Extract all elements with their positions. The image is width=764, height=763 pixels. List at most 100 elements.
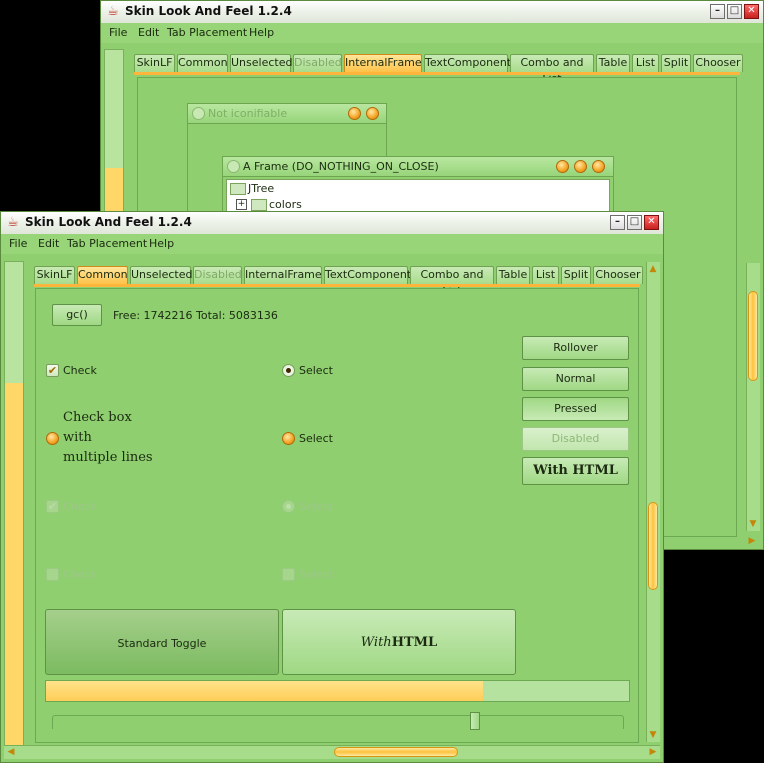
multiline-label-3: multiple lines xyxy=(63,450,153,465)
with-html-button[interactable]: With HTML xyxy=(522,457,629,485)
close-button[interactable]: ✕ xyxy=(744,4,759,19)
standard-toggle-button[interactable]: Standard Toggle xyxy=(45,609,279,675)
scroll-left-icon[interactable]: ◀ xyxy=(5,746,17,758)
front-side-strip xyxy=(4,261,24,749)
tab-common[interactable]: Common xyxy=(177,54,228,72)
tab-disabled: Disabled xyxy=(293,54,342,72)
tab-list[interactable]: List xyxy=(632,54,659,72)
select-radio-rollover[interactable] xyxy=(282,432,295,445)
menu-file[interactable]: File xyxy=(109,26,127,39)
select-label: Select xyxy=(299,364,333,377)
tab-table[interactable]: Table xyxy=(596,54,630,72)
frame-icon xyxy=(227,160,240,173)
menu-edit[interactable]: Edit xyxy=(38,237,59,250)
tab-textcomponent[interactable]: TextComponent xyxy=(324,266,411,284)
back-tab-underline xyxy=(134,72,740,75)
rollover-button[interactable]: Rollover xyxy=(522,336,629,360)
menu-file[interactable]: File xyxy=(9,237,27,250)
check-disabled-checked-checkbox: ✔ xyxy=(46,500,59,513)
tab-split[interactable]: Split xyxy=(661,54,691,72)
scroll-thumb[interactable] xyxy=(334,747,458,757)
gc-button[interactable]: gc() xyxy=(52,304,102,326)
tab-chooser[interactable]: Chooser xyxy=(693,54,743,72)
memory-label: Free: 1742216 Total: 5083136 xyxy=(113,309,278,322)
pressed-button[interactable]: Pressed xyxy=(522,397,629,421)
menu-tab-placement[interactable]: Tab Placement xyxy=(67,237,147,250)
tab-table[interactable]: Table xyxy=(496,266,530,284)
iconify-orb-icon[interactable] xyxy=(556,160,569,173)
progress-bar xyxy=(45,680,630,702)
tree-child-label[interactable]: colors xyxy=(269,198,302,211)
maximize-orb-icon[interactable] xyxy=(348,107,361,120)
with-html-toggle-label: WithHTML xyxy=(283,635,515,650)
check-checkbox[interactable]: ✔ xyxy=(46,364,59,377)
tab-combo-and-list[interactable]: Combo and List xyxy=(410,266,494,297)
folder-open-icon xyxy=(230,183,246,195)
java-cup-icon: ☕ xyxy=(107,4,119,19)
slider-thumb[interactable] xyxy=(469,712,480,730)
internal-frame-title-bar[interactable]: Not iconifiable xyxy=(188,104,386,124)
back-title-bar[interactable]: ☕ Skin Look And Feel 1.2.4 – □ ✕ xyxy=(101,1,763,24)
progress-fill xyxy=(46,681,484,701)
select-radio-disabled xyxy=(282,568,295,581)
multiline-checkbox[interactable] xyxy=(46,432,59,445)
tree-root-label[interactable]: JTree xyxy=(248,182,274,195)
maximize-orb-icon[interactable] xyxy=(574,160,587,173)
check-label: Check xyxy=(63,364,97,377)
scroll-down-icon[interactable]: ▼ xyxy=(747,518,759,530)
with-html-toggle-button[interactable]: WithHTML xyxy=(282,609,516,675)
tab-list[interactable]: List xyxy=(532,266,559,284)
tab-unselected[interactable]: Unselected xyxy=(230,54,292,72)
expand-icon[interactable]: + xyxy=(236,199,247,210)
tab-textcomponent[interactable]: TextComponent xyxy=(424,54,511,72)
slider-track[interactable] xyxy=(52,712,624,730)
internal-frame-title-bar[interactable]: A Frame (DO_NOTHING_ON_CLOSE) xyxy=(223,157,613,177)
menu-edit[interactable]: Edit xyxy=(138,26,159,39)
menu-help[interactable]: Help xyxy=(249,26,274,39)
scroll-up-icon[interactable]: ▲ xyxy=(647,263,659,275)
tab-skinlf[interactable]: SkinLF xyxy=(134,54,175,72)
with-html-label: With HTML xyxy=(533,463,618,478)
scroll-thumb[interactable] xyxy=(648,502,658,590)
back-menubar: File Edit Tab Placement Help xyxy=(101,23,763,43)
select-radio-disabled-selected xyxy=(282,500,295,513)
with-italic: With xyxy=(360,635,392,650)
scroll-thumb[interactable] xyxy=(748,291,758,381)
java-cup-icon: ☕ xyxy=(7,215,19,230)
front-vertical-scrollbar[interactable]: ▲ ▼ xyxy=(646,262,660,742)
select-radio-selected[interactable] xyxy=(282,364,295,377)
tab-split[interactable]: Split xyxy=(561,266,591,284)
check-disabled-label-2: Check xyxy=(63,568,97,581)
disabled-button: Disabled xyxy=(522,427,629,451)
tab-skinlf[interactable]: SkinLF xyxy=(34,266,75,284)
tab-combo-and-list[interactable]: Combo and List xyxy=(510,54,594,85)
multiline-label-1: Check box xyxy=(63,410,132,425)
menu-help[interactable]: Help xyxy=(149,237,174,250)
maximize-button[interactable]: □ xyxy=(727,4,742,19)
common-panel: gc() Free: 1742216 Total: 5083136 ✔ Chec… xyxy=(35,288,639,743)
tab-chooser[interactable]: Chooser xyxy=(593,266,643,284)
tab-common[interactable]: Common xyxy=(77,266,128,284)
minimize-button[interactable]: – xyxy=(610,215,625,230)
close-button[interactable]: ✕ xyxy=(644,215,659,230)
scroll-right-icon[interactable]: ▶ xyxy=(746,535,758,547)
normal-button[interactable]: Normal xyxy=(522,367,629,391)
scroll-down-icon[interactable]: ▼ xyxy=(647,729,659,741)
minimize-button[interactable]: – xyxy=(710,4,725,19)
front-horizontal-scrollbar[interactable]: ◀ ▶ xyxy=(4,745,660,759)
tab-disabled: Disabled xyxy=(193,266,242,284)
multiline-label-2: with xyxy=(63,430,92,445)
tab-internalframe[interactable]: InternalFrame xyxy=(244,266,322,284)
close-orb-icon[interactable] xyxy=(366,107,379,120)
tab-unselected[interactable]: Unselected xyxy=(130,266,192,284)
maximize-button[interactable]: □ xyxy=(627,215,642,230)
menu-tab-placement[interactable]: Tab Placement xyxy=(167,26,247,39)
scroll-right-icon[interactable]: ▶ xyxy=(647,746,659,758)
check-disabled-label: Check xyxy=(63,500,97,513)
front-title-bar[interactable]: ☕ Skin Look And Feel 1.2.4 – □ ✕ xyxy=(1,212,663,235)
tab-internalframe[interactable]: InternalFrame xyxy=(344,54,422,72)
back-vertical-scrollbar[interactable]: ▼ xyxy=(746,263,760,531)
html-bold: HTML xyxy=(391,635,438,650)
close-orb-icon[interactable] xyxy=(592,160,605,173)
front-tab-underline xyxy=(34,284,640,287)
